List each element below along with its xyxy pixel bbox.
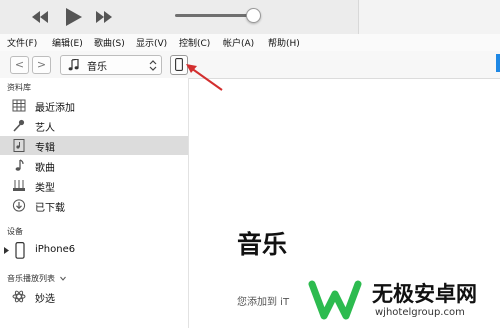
- watermark-url: wjhotelgroup.com: [375, 307, 465, 318]
- window-edge-accent: [496, 54, 500, 72]
- devices-section-header: 设备: [7, 227, 23, 236]
- menu-bar: 文件(F) 编辑(E) 歌曲(S) 显示(V) 控制(C) 帐户(A) 帮助(H…: [0, 34, 500, 51]
- watermark-logo-icon: [308, 280, 362, 320]
- playlists-section-label: 音乐播放列表: [7, 274, 55, 283]
- menu-controls[interactable]: 控制(C): [179, 36, 210, 49]
- sidebar-item-artists[interactable]: 艺人: [0, 116, 188, 135]
- sidebar-item-label: 艺人: [35, 123, 55, 134]
- select-chevrons-icon: [149, 60, 157, 71]
- forward-button[interactable]: >: [32, 56, 51, 74]
- sidebar-item-genius[interactable]: 妙选: [0, 287, 188, 306]
- guitar-icon: [13, 180, 25, 191]
- play-icon: [66, 8, 82, 26]
- chevron-down-icon: [59, 276, 66, 281]
- genius-atom-icon: [12, 290, 26, 303]
- rewind-icon: [32, 11, 48, 23]
- music-note-icon: [68, 59, 79, 71]
- sidebar-item-label: 已下载: [35, 203, 65, 214]
- play-button[interactable]: [62, 5, 84, 29]
- watermark-title: 无极安卓网: [372, 282, 477, 306]
- sidebar-item-label: 妙选: [35, 294, 55, 305]
- sidebar-item-genres[interactable]: 类型: [0, 176, 188, 195]
- volume-slider[interactable]: [175, 14, 253, 17]
- library-section-header: 资料库: [7, 83, 31, 92]
- menu-help[interactable]: 帮助(H): [268, 36, 300, 49]
- media-kind-select[interactable]: 音乐: [60, 55, 162, 75]
- media-kind-label: 音乐: [87, 62, 107, 73]
- fast-forward-icon: [96, 11, 112, 23]
- grid-icon: [12, 99, 26, 112]
- sidebar-item-label: 类型: [35, 183, 55, 194]
- back-button[interactable]: <: [10, 56, 29, 74]
- iphone-icon: [175, 58, 183, 71]
- toolbar: < > 音乐: [0, 51, 500, 79]
- page-description: 您添加到 iT: [237, 297, 290, 308]
- sidebar-item-label: iPhone6: [35, 244, 76, 255]
- sidebar-item-label: 歌曲: [35, 163, 55, 174]
- sidebar-item-downloaded[interactable]: 已下载: [0, 196, 188, 215]
- iphone-icon: [15, 242, 25, 259]
- sidebar-item-albums[interactable]: 专辑: [0, 136, 188, 155]
- menu-file[interactable]: 文件(F): [7, 36, 37, 49]
- sidebar-item-songs[interactable]: 歌曲: [0, 156, 188, 175]
- annotation-arrow-icon: [186, 64, 223, 91]
- playlists-section-header[interactable]: 音乐播放列表: [7, 273, 66, 284]
- page-title: 音乐: [237, 230, 288, 259]
- watermark: 无极安卓网 wjhotelgroup.com: [300, 266, 500, 328]
- sidebar-item-label: 最近添加: [35, 103, 75, 114]
- album-icon: [13, 139, 25, 152]
- music-note-icon: [15, 159, 24, 171]
- microphone-icon: [13, 119, 25, 132]
- sidebar: 资料库 最近添加 艺人 专辑 歌曲 类型 已下载 设备 iPhone6 音乐播放…: [0, 78, 189, 328]
- sidebar-item-label: 专辑: [35, 143, 55, 154]
- sidebar-item-recently-added[interactable]: 最近添加: [0, 96, 188, 115]
- menu-view[interactable]: 显示(V): [136, 36, 167, 49]
- download-icon: [12, 199, 26, 212]
- sidebar-item-device[interactable]: iPhone6: [0, 241, 188, 260]
- volume-slider-knob[interactable]: [246, 8, 261, 23]
- fast-forward-button[interactable]: [94, 7, 114, 27]
- menu-song[interactable]: 歌曲(S): [94, 36, 125, 49]
- rewind-button[interactable]: [30, 7, 50, 27]
- menu-edit[interactable]: 编辑(E): [52, 36, 83, 49]
- disclosure-triangle-icon: [4, 247, 9, 254]
- status-display: [358, 0, 500, 34]
- menu-account[interactable]: 帐户(A): [223, 36, 254, 49]
